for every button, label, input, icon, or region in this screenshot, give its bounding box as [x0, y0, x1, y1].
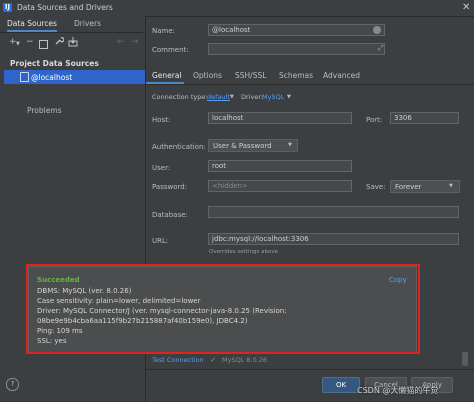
authentication-label: Authentication: [152, 143, 206, 151]
tab-advanced[interactable]: Advanced [323, 71, 360, 80]
url-label: URL: [152, 237, 169, 245]
chevron-down-icon[interactable]: ▼ [287, 94, 291, 100]
user-label: User: [152, 164, 171, 172]
remove-icon[interactable]: − [26, 37, 34, 47]
copy-icon[interactable] [39, 40, 48, 49]
tab-data-sources[interactable]: Data Sources [7, 19, 57, 32]
driver-link[interactable]: MySQL [262, 93, 284, 101]
tab-schemas[interactable]: Schemas [279, 71, 313, 80]
comment-field[interactable] [208, 43, 385, 55]
connection-type-link[interactable]: default [207, 93, 230, 101]
chevron-down-icon[interactable]: ▼ [230, 94, 234, 100]
circle-icon[interactable] [373, 26, 381, 34]
ok-button[interactable]: OK [322, 377, 360, 393]
import-icon[interactable] [68, 37, 78, 50]
database-icon [20, 72, 29, 82]
host-field[interactable]: localhost [208, 112, 352, 124]
chevron-down-icon[interactable]: ▼ [288, 142, 292, 148]
close-icon[interactable]: ✕ [462, 2, 470, 13]
watermark: CSDN @大懒猫的午觉 [357, 386, 439, 395]
connection-type-label: Connection type: [152, 93, 208, 101]
expand-icon[interactable]: ⤢ [378, 44, 384, 53]
port-label: Port: [366, 116, 383, 124]
chevron-down-icon[interactable]: ▼ [449, 183, 453, 189]
check-icon: ✓ [210, 355, 217, 364]
url-field[interactable]: jdbc:mysql://localhost:3306 [208, 233, 459, 245]
tab-drivers[interactable]: Drivers [74, 19, 101, 28]
database-field[interactable] [208, 206, 459, 218]
window-title: Data Sources and Drivers [17, 3, 113, 12]
tab-options[interactable]: Options [193, 71, 222, 80]
app-icon: IJ [3, 3, 12, 12]
tab-ssh-ssl[interactable]: SSH/SSL [235, 71, 266, 80]
test-version-text: MySQL 8.0.26 [222, 356, 268, 364]
save-label: Save: [366, 183, 386, 191]
divider [0, 32, 145, 33]
title-bar: IJ Data Sources and Drivers ✕ [0, 0, 474, 17]
problems-item[interactable]: Problems [27, 106, 62, 115]
test-connection-link[interactable]: Test Connection [152, 356, 204, 364]
driver-label: Driver: [241, 93, 264, 101]
password-label: Password: [152, 183, 188, 191]
database-label: Database: [152, 211, 188, 219]
forward-arrow-icon[interactable]: → [131, 37, 139, 47]
tab-general[interactable]: General [152, 71, 182, 80]
password-field[interactable]: <hidden> [208, 180, 352, 192]
user-field[interactable]: root [208, 160, 352, 172]
section-title: Project Data Sources [10, 59, 99, 68]
list-item-label: @localhost [31, 73, 73, 82]
comment-label: Comment: [152, 46, 189, 54]
port-field[interactable]: 3306 [390, 112, 459, 124]
highlight-outline [26, 264, 420, 354]
name-label: Name: [152, 27, 176, 35]
help-icon[interactable]: ? [6, 378, 19, 391]
authentication-select[interactable]: User & Password [208, 139, 298, 152]
name-field[interactable]: @localhost [208, 24, 385, 36]
chevron-down-icon[interactable]: ▼ [16, 41, 20, 47]
scrollbar[interactable] [462, 352, 468, 366]
host-label: Host: [152, 116, 171, 124]
list-item-localhost[interactable]: @localhost [4, 70, 145, 84]
divider [146, 369, 474, 370]
url-hint: Overrides settings above [209, 249, 278, 255]
back-arrow-icon[interactable]: ← [117, 37, 125, 47]
divider [146, 84, 474, 85]
wrench-icon[interactable] [54, 36, 65, 49]
